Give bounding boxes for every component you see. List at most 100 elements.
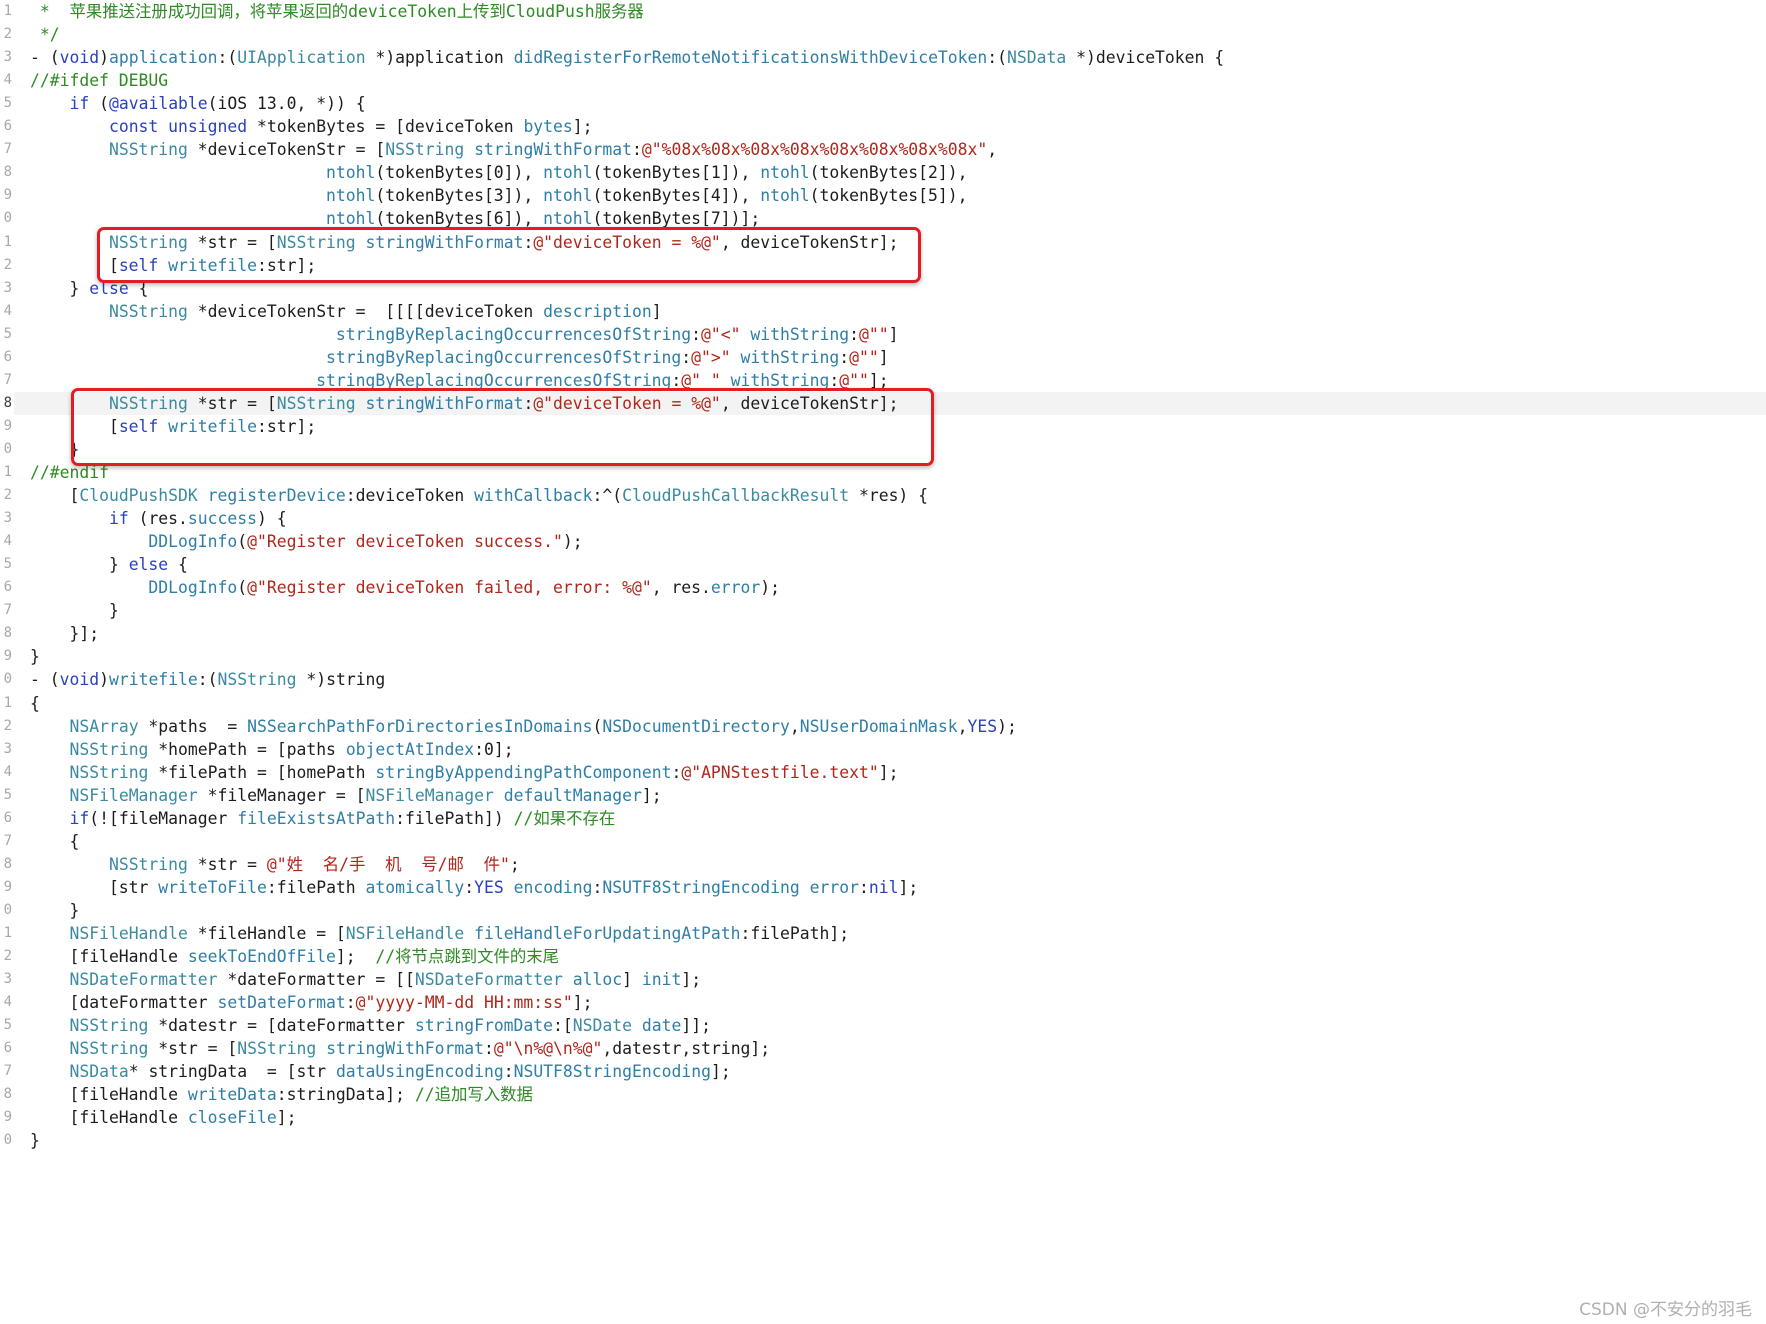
- code-line[interactable]: }: [30, 645, 40, 668]
- code-token: NSString: [237, 1039, 317, 1059]
- code-token: @"APNStestfile.text": [681, 762, 879, 782]
- code-token: ntohl: [543, 163, 593, 183]
- code-line[interactable]: } else {: [30, 553, 188, 576]
- code-line[interactable]: [fileHandle writeData:stringData]; //追加写…: [30, 1083, 532, 1106]
- code-token: (: [237, 578, 248, 598]
- code-line[interactable]: if (@available(iOS 13.0, *)) {: [30, 92, 366, 115]
- code-token: (iOS 13.0, *)) {: [207, 94, 366, 114]
- code-token: :stringData];: [276, 1085, 415, 1105]
- line-number: 2: [3, 717, 12, 734]
- code-token: , res.: [651, 578, 711, 598]
- code-line[interactable]: */: [30, 23, 60, 46]
- code-token: :0];: [474, 739, 514, 759]
- code-token: :(: [197, 670, 218, 690]
- code-line[interactable]: - (void)writefile:(NSString *)string: [30, 668, 385, 691]
- code-token: else: [128, 555, 169, 575]
- code-token: ntohl: [760, 163, 810, 183]
- code-token: :: [849, 324, 859, 344]
- code-line[interactable]: }: [30, 1129, 40, 1152]
- code-line[interactable]: [str writeToFile:filePath atomically:YES…: [30, 876, 918, 899]
- code-token: :: [691, 324, 702, 344]
- code-line[interactable]: [dateFormatter setDateFormat:@"yyyy-MM-d…: [30, 991, 592, 1014]
- code-line[interactable]: NSData* stringData = [str dataUsingEncod…: [30, 1060, 730, 1083]
- code-line[interactable]: [fileHandle closeFile];: [30, 1106, 296, 1129]
- code-editor[interactable]: 1 2 3 4 5 6 7 8 9 0 1 2 3 4 5 6 7 8 9 0 1 2 3 4 5 6 7 8 9 0 1 2 3 4 5 6 7 8 9 0…: [0, 0, 1766, 1324]
- code-token: *deviceTokenStr = [[[[deviceToken: [187, 301, 544, 321]
- code-line[interactable]: NSString *datestr = [dateFormatter strin…: [30, 1014, 710, 1037]
- code-line[interactable]: }: [30, 599, 119, 622]
- code-line[interactable]: const unsigned *tokenBytes = [deviceToke…: [30, 115, 593, 138]
- code-line[interactable]: if(![fileManager fileExistsAtPath:filePa…: [30, 807, 615, 830]
- code-line[interactable]: NSFileHandle *fileHandle = [NSFileHandle…: [30, 922, 849, 945]
- code-line[interactable]: //#ifdef DEBUG: [30, 69, 168, 92]
- code-token: *str =: [187, 854, 267, 874]
- code-token: NSUTF8StringEncoding: [513, 1062, 711, 1082]
- code-token: closeFile: [187, 1108, 277, 1128]
- code-token: *paths =: [138, 716, 248, 736]
- code-token: *dateFormatter = [[: [217, 970, 415, 990]
- line-number: 0: [3, 1132, 12, 1149]
- code-token: @"<": [701, 324, 741, 344]
- code-token: (tokenBytes[1]),: [592, 163, 761, 183]
- code-token: *filePath = [homePath: [148, 762, 376, 782]
- code-line[interactable]: if (res.success) {: [30, 507, 287, 530]
- line-number: 3: [3, 49, 12, 66]
- code-line[interactable]: ntohl(tokenBytes[0]), ntohl(tokenBytes[1…: [30, 161, 967, 184]
- code-token: :filePath: [266, 877, 366, 897]
- code-token: ];: [868, 370, 889, 390]
- code-line[interactable]: NSString *deviceTokenStr = [NSString str…: [30, 138, 997, 161]
- code-token: (: [237, 532, 248, 552]
- code-token: NSUTF8StringEncoding: [602, 877, 800, 897]
- code-line[interactable]: DDLogInfo(@"Register deviceToken success…: [30, 530, 583, 553]
- code-line[interactable]: NSString *str = [NSString stringWithForm…: [30, 1037, 770, 1060]
- line-number: 0: [3, 671, 12, 688]
- code-token: if: [69, 94, 90, 114]
- code-line[interactable]: stringByReplacingOccurrencesOfString:@">…: [30, 346, 889, 369]
- code-token: }: [30, 601, 119, 621]
- code-line[interactable]: * 苹果推送注册成功回调，将苹果返回的deviceToken上传到CloudPu…: [30, 0, 644, 23]
- line-number: 6: [3, 809, 12, 826]
- code-line[interactable]: NSString *homePath = [paths objectAtInde…: [30, 738, 514, 761]
- code-line[interactable]: [fileHandle seekToEndOfFile]; //将节点跳到文件的…: [30, 945, 559, 968]
- code-line[interactable]: {: [30, 830, 79, 853]
- code-line[interactable]: stringByReplacingOccurrencesOfString:@"<…: [30, 323, 899, 346]
- code-line[interactable]: NSString *filePath = [homePath stringByA…: [30, 761, 898, 784]
- code-line[interactable]: DDLogInfo(@"Register deviceToken failed,…: [30, 576, 780, 599]
- code-line[interactable]: [CloudPushSDK registerDevice:deviceToken…: [30, 484, 928, 507]
- code-token: (: [89, 94, 109, 114]
- code-line[interactable]: }: [30, 899, 79, 922]
- code-token: withString: [730, 370, 830, 390]
- code-token: * stringData = [str: [128, 1062, 336, 1082]
- line-number: 9: [3, 187, 12, 204]
- code-line[interactable]: {: [30, 692, 40, 715]
- code-token: ntohl: [326, 209, 376, 229]
- code-token: :deviceToken: [345, 486, 475, 506]
- highlight-box: [71, 387, 934, 466]
- code-line[interactable]: NSString *str = @"姓 名/手 机 号/邮 件";: [30, 853, 520, 876]
- code-token: );: [562, 532, 583, 552]
- code-token: stringByReplacingOccurrencesOfString: [335, 324, 692, 344]
- code-token: * 苹果推送注册成功回调，将苹果返回的deviceToken上传到CloudPu…: [30, 2, 644, 21]
- code-line[interactable]: NSDateFormatter *dateFormatter = [[NSDat…: [30, 968, 701, 991]
- code-token: error: [710, 578, 761, 598]
- line-number-gutter: 1 2 3 4 5 6 7 8 9 0 1 2 3 4 5 6 7 8 9 0 1 2 3 4 5 6 7 8 9 0 1 2 3 4 5 6 7 8 9 0…: [0, 0, 14, 1324]
- code-token: *)string: [296, 670, 386, 690]
- line-number: 2: [3, 948, 12, 965]
- code-line[interactable]: NSFileManager *fileManager = [NSFileMana…: [30, 784, 661, 807]
- code-line[interactable]: ntohl(tokenBytes[3]), ntohl(tokenBytes[4…: [30, 184, 967, 207]
- line-number: 8: [3, 164, 12, 181]
- code-line[interactable]: - (void)application:(UIApplication *)app…: [30, 46, 1224, 69]
- code-token: ntohl: [543, 209, 593, 229]
- code-token: ];: [276, 1108, 297, 1128]
- code-line[interactable]: NSString *deviceTokenStr = [[[[deviceTok…: [30, 300, 662, 323]
- line-number: 8: [3, 394, 12, 411]
- line-number: 8: [3, 1086, 12, 1103]
- code-line[interactable]: NSArray *paths = NSSearchPathForDirector…: [30, 715, 1016, 738]
- code-line[interactable]: }];: [30, 622, 99, 645]
- code-token: ): [99, 48, 109, 68]
